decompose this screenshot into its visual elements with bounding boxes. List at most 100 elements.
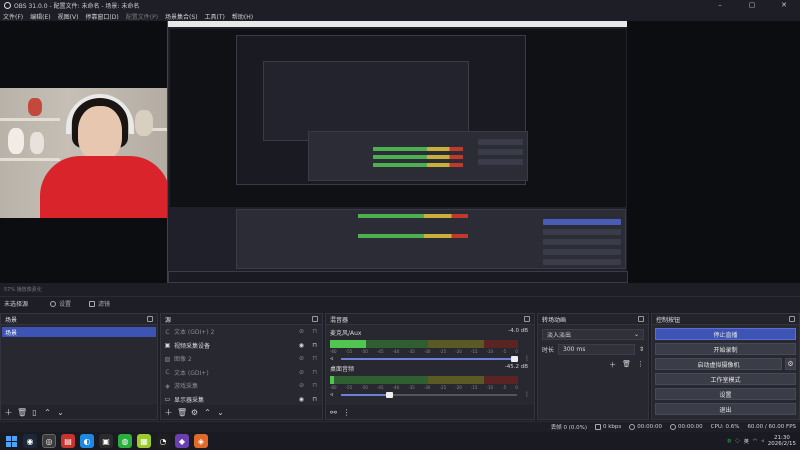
stop-streaming-button[interactable]: 停止直播: [655, 328, 796, 340]
volume-meter: [330, 376, 518, 384]
fader-knob[interactable]: [386, 391, 394, 398]
duration-value: 300 ms: [563, 346, 586, 353]
red-app-icon[interactable]: ▤: [61, 434, 75, 448]
close-button[interactable]: ✕: [768, 0, 800, 11]
language-indicator[interactable]: 英: [744, 438, 749, 445]
add-source-button[interactable]: ＋: [164, 407, 173, 418]
fader-track[interactable]: [341, 391, 517, 398]
meter-tick-label: 0: [515, 349, 518, 354]
remove-transition-icon[interactable]: 🗑: [622, 360, 631, 370]
lock-icon[interactable]: ⊓: [312, 342, 317, 349]
eye-icon[interactable]: ◉: [299, 396, 304, 403]
lock-icon[interactable]: ⊓: [312, 369, 317, 376]
wechat-tray-icon[interactable]: ◍: [727, 438, 731, 444]
green-app-icon[interactable]: ▦: [137, 434, 151, 448]
add-scene-button[interactable]: ＋: [4, 407, 13, 418]
wifi-icon[interactable]: ◠: [753, 438, 757, 444]
app-icon[interactable]: ▣: [99, 434, 113, 448]
menu-item[interactable]: 视图(V): [58, 12, 79, 21]
windows-start-icon[interactable]: [4, 434, 18, 448]
filters-button[interactable]: 滤镜: [89, 299, 110, 308]
meter-tick-label: -55: [345, 349, 353, 354]
volume-icon[interactable]: ◃: [761, 438, 764, 444]
duration-input[interactable]: 300 ms: [558, 344, 635, 355]
mixer-link-icon[interactable]: ⚯: [329, 408, 338, 417]
source-item[interactable]: ▭ 显示器采集 ◉ ⊓: [161, 393, 322, 407]
text-icon: Ⅽ: [165, 328, 170, 336]
menu-item[interactable]: 帮助(H): [232, 12, 253, 21]
lock-icon[interactable]: ⊓: [312, 328, 317, 335]
add-transition-icon[interactable]: ＋: [609, 360, 616, 370]
dock-float-icon[interactable]: [147, 316, 153, 322]
wechat-icon[interactable]: ◍: [118, 434, 132, 448]
speaker-icon[interactable]: ◃: [330, 391, 338, 398]
remove-scene-button[interactable]: 🗑: [17, 408, 27, 417]
gear-icon: [50, 300, 57, 307]
minimize-button[interactable]: –: [704, 0, 736, 11]
edge-icon[interactable]: ◐: [80, 434, 94, 448]
scene-down-button[interactable]: ⌄: [56, 408, 65, 417]
source-item[interactable]: Ⅽ 文本 (GDI+) 2 ⊘ ⊓: [161, 325, 322, 339]
zoom-text: 57% 播放像素化: [4, 286, 42, 293]
scene-filters-button[interactable]: ▯: [30, 408, 39, 417]
meter-tick-label: -45: [376, 349, 384, 354]
start-virtual-camera-button[interactable]: 启动虚拟摄像机: [655, 358, 782, 370]
fps: 60.00 / 60.00 FPS: [747, 424, 796, 430]
eye-hidden-icon[interactable]: ⊘: [299, 355, 304, 362]
menu-item[interactable]: 配置文件(P): [126, 12, 158, 21]
dock-float-icon[interactable]: [638, 316, 644, 322]
eye-icon[interactable]: ◉: [299, 342, 304, 349]
lock-icon[interactable]: ⊓: [312, 382, 317, 389]
channel-menu-icon[interactable]: ⋮: [524, 391, 530, 398]
fader-track[interactable]: [341, 355, 519, 362]
remove-source-button[interactable]: 🗑: [177, 408, 187, 417]
channel-db: -45.2 dB: [504, 364, 528, 370]
purple-app-icon[interactable]: ◆: [175, 434, 189, 448]
maximize-button[interactable]: ▢: [736, 0, 768, 11]
dock-float-icon[interactable]: [789, 316, 795, 322]
steam-icon[interactable]: ◉: [23, 434, 37, 448]
menu-item[interactable]: 文件(F): [3, 12, 23, 21]
source-properties-button[interactable]: ⚙: [190, 408, 199, 417]
dock-float-icon[interactable]: [524, 316, 530, 322]
eye-hidden-icon[interactable]: ⊘: [299, 328, 304, 335]
menu-item[interactable]: 工具(T): [205, 12, 225, 21]
start-recording-button[interactable]: 开始录制: [655, 343, 796, 355]
scene-item[interactable]: 场景: [2, 327, 156, 337]
volume-fader[interactable]: ◃ ⋮: [330, 391, 530, 398]
eye-hidden-icon[interactable]: ⊘: [299, 369, 304, 376]
source-down-button[interactable]: ⌄: [216, 408, 225, 417]
stepper-icon[interactable]: ⇕: [639, 346, 644, 353]
exit-button[interactable]: 退出: [655, 403, 796, 415]
eye-hidden-icon[interactable]: ⊘: [299, 382, 304, 389]
source-item[interactable]: ◈ 游戏采集 ⊘ ⊓: [161, 379, 322, 393]
obs-taskbar-icon[interactable]: ◎: [42, 434, 56, 448]
source-item[interactable]: ▣ 视频采集设备 ◉ ⊓: [161, 339, 322, 353]
transition-select[interactable]: 淡入淡出 ⌄: [542, 329, 644, 340]
orange-app-icon[interactable]: ◈: [194, 434, 208, 448]
properties-button[interactable]: 设置: [50, 299, 71, 308]
qq-icon[interactable]: ◔: [156, 434, 170, 448]
transition-menu-icon[interactable]: ⋮: [637, 360, 644, 370]
menu-item[interactable]: 场景集合(S): [165, 12, 198, 21]
mixer-menu-icon[interactable]: ⋮: [342, 408, 351, 417]
mixer-channels: 麦克风/Aux -4.0 dB -60 -55 -50 -45 -40 -35 -30 -25…: [326, 325, 534, 398]
source-up-button[interactable]: ⌃: [203, 408, 212, 417]
menu-item[interactable]: 编辑(E): [30, 12, 50, 21]
clock[interactable]: 21:30 2026/2/15: [768, 435, 796, 447]
mixer-title: 混音器: [330, 316, 349, 324]
lock-icon[interactable]: ⊓: [312, 396, 317, 403]
menu-item[interactable]: 停靠窗口(D): [85, 12, 118, 21]
scene-up-button[interactable]: ⌃: [43, 408, 52, 417]
mixer-channel: 桌面音频 -45.2 dB -60 -55 -50 -45 -40 -35 -30 -25 -2…: [326, 361, 534, 398]
settings-button[interactable]: 设置: [655, 388, 796, 400]
studio-mode-button[interactable]: 工作室模式: [655, 373, 796, 385]
network-tray-icon[interactable]: ◌: [736, 438, 740, 444]
virtual-camera-settings-icon[interactable]: ⚙: [785, 358, 796, 370]
virtual-camera-row: 启动虚拟摄像机 ⚙: [652, 355, 799, 370]
source-item[interactable]: ▨ 图像 2 ⊘ ⊓: [161, 352, 322, 366]
lock-icon[interactable]: ⊓: [312, 355, 317, 362]
source-item[interactable]: Ⅽ 文本 (GDI+) ⊘ ⊓: [161, 366, 322, 380]
status-bar: 丢帧 0 (0.0%) 0 kbps 00:00:00 00:00:00 CPU…: [0, 421, 800, 432]
dock-float-icon[interactable]: [312, 316, 318, 322]
